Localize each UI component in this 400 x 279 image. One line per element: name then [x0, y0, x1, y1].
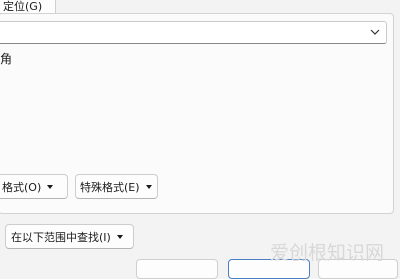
format-button[interactable]: 格式(O) [0, 174, 68, 199]
watermark-text: 爱创根知识网 [270, 242, 385, 264]
dialog-tabstrip: 定位(G) [0, 0, 400, 14]
tab-locate-label: 定位(G) [3, 0, 43, 13]
special-format-button-label: 特殊格式(E) [80, 180, 140, 194]
search-scope-button-label: 在以下范围中查找(I) [11, 230, 111, 244]
search-scope-button[interactable]: 在以下范围中查找(I) [5, 224, 134, 249]
dropdown-arrow-icon [145, 184, 152, 189]
options-description: 角 [0, 52, 13, 66]
chevron-down-icon[interactable] [368, 25, 382, 39]
dialog-action-button[interactable] [136, 259, 218, 279]
find-what-combobox[interactable] [0, 21, 387, 44]
tab-locate[interactable]: 定位(G) [0, 0, 56, 14]
special-format-button[interactable]: 特殊格式(E) [75, 174, 158, 199]
dropdown-arrow-icon [116, 234, 123, 239]
format-button-label: 格式(O) [2, 180, 42, 194]
dropdown-arrow-icon [47, 184, 54, 189]
